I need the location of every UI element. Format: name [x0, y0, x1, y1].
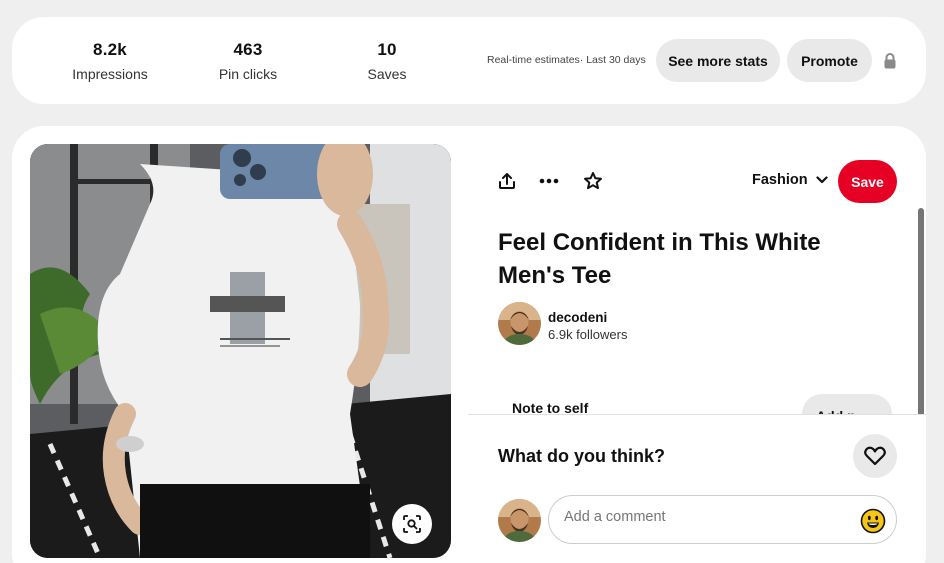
comment-input[interactable]	[564, 509, 844, 525]
avatar-image	[498, 302, 541, 345]
stat-value: 8.2k	[93, 40, 127, 59]
heart-icon	[864, 446, 886, 466]
pin-detail-card: Fashion Save Feel Confident in This Whit…	[12, 126, 926, 563]
pin-title: Feel Confident in This White Men's Tee	[498, 229, 821, 289]
lock-icon	[884, 53, 896, 69]
comments-prompt: What do you think?	[498, 446, 665, 466]
pin-image[interactable]	[30, 144, 451, 558]
board-selector[interactable]: Fashion	[752, 172, 828, 188]
pin-stats-bar: 8.2k Impressions 463 Pin clicks 10 Saves…	[12, 17, 926, 104]
stat-label: Impressions	[72, 66, 148, 82]
author-avatar[interactable]	[498, 302, 541, 345]
chevron-down-icon	[815, 176, 828, 184]
estimates-note: Real-time estimates· Last 30 days	[487, 54, 646, 66]
board-name: Fashion	[752, 172, 808, 188]
avatar-image	[498, 499, 541, 542]
promote-button[interactable]: Promote	[787, 39, 872, 82]
star-icon	[584, 172, 602, 190]
visual-search-button[interactable]	[392, 504, 432, 544]
emoji-icon[interactable]	[860, 508, 886, 534]
pin-photo	[30, 144, 451, 558]
share-icon	[499, 173, 515, 189]
author-name[interactable]: decodeni	[548, 310, 607, 325]
visual-search-icon	[403, 515, 421, 533]
stat-label: Saves	[367, 66, 407, 82]
comments-panel: What do you think?	[468, 414, 926, 563]
stat-value: 463	[233, 40, 263, 59]
stat-saves: 10 Saves	[327, 40, 447, 82]
see-more-stats-button[interactable]: See more stats	[656, 39, 780, 82]
more-options-button[interactable]	[533, 165, 565, 197]
author-followers: 6.9k followers	[548, 327, 628, 342]
stat-impressions: 8.2k Impressions	[50, 40, 170, 82]
stat-value: 10	[377, 40, 397, 59]
current-user-avatar	[498, 499, 541, 542]
stat-label: Pin clicks	[218, 66, 278, 82]
comment-box	[548, 495, 897, 544]
more-icon	[539, 178, 559, 184]
stat-pin-clicks: 463 Pin clicks	[188, 40, 308, 82]
favorite-button[interactable]	[577, 165, 609, 197]
save-button[interactable]: Save	[838, 160, 897, 203]
share-button[interactable]	[491, 165, 523, 197]
react-button[interactable]	[853, 434, 897, 478]
